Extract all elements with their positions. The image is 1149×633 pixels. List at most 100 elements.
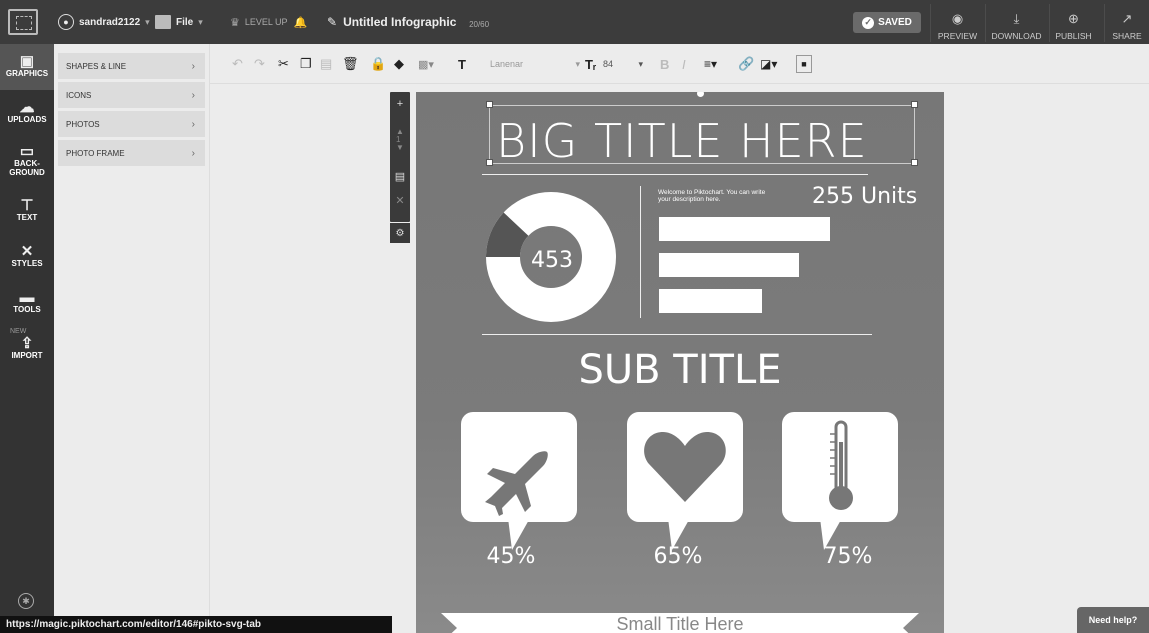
level-up-button[interactable]: ♛ LEVEL UP 🔔	[230, 0, 307, 44]
resize-handle[interactable]	[486, 159, 493, 166]
percent-label[interactable]: 75%	[808, 544, 888, 569]
submenu-photo-frame[interactable]: PHOTO FRAME ›	[58, 140, 205, 166]
undo-icon[interactable]: ↶	[232, 55, 243, 73]
rotate-handle[interactable]	[697, 92, 704, 97]
rail-label: BACK- GROUND	[9, 159, 45, 177]
saved-button[interactable]: ✓ SAVED	[853, 12, 921, 33]
share-button[interactable]: ↗ SHARE	[1104, 4, 1149, 42]
divider	[640, 186, 641, 318]
rail-text[interactable]: ⊤ TEXT	[0, 188, 54, 234]
submenu-icons[interactable]: ICONS ›	[58, 82, 205, 108]
submenu-label: PHOTOS	[66, 119, 100, 129]
styles-icon: ✕	[20, 242, 34, 260]
monitor-icon: ▭	[19, 143, 35, 160]
preview-button[interactable]: ◉ PREVIEW	[930, 4, 984, 42]
bell-icon[interactable]: 🔔	[294, 16, 308, 29]
preview-label: PREVIEW	[937, 31, 978, 41]
gear-icon[interactable]: ⚙	[390, 223, 410, 243]
download-label: DOWNLOAD	[991, 31, 1042, 41]
move-block-icon[interactable]: ▲ 1 ▼	[390, 116, 410, 164]
rail-label: STYLES	[11, 258, 43, 268]
help-icon[interactable]: ✱	[18, 593, 34, 609]
percent-label[interactable]: 45%	[471, 544, 551, 569]
file-menu[interactable]: File ▾	[155, 0, 203, 44]
rail-uploads[interactable]: ☁ UPLOADS	[0, 90, 54, 136]
submenu-shapes-line[interactable]: SHAPES & LINE ›	[58, 53, 205, 79]
divider	[482, 334, 872, 335]
pencil-icon: ✎	[327, 15, 338, 29]
chevron-right-icon: ›	[191, 89, 195, 101]
font-select[interactable]: Lanenar ▾	[490, 55, 580, 73]
fill-color-icon[interactable]: ◆	[394, 55, 404, 73]
redo-icon[interactable]: ↷	[254, 55, 265, 73]
description-text[interactable]: Welcome to Piktochart. You can write you…	[658, 189, 778, 203]
cloud-upload-icon: ☁	[19, 98, 35, 116]
check-icon: ✓	[862, 16, 875, 29]
chevron-down-icon: ▾	[575, 58, 580, 69]
sub-title[interactable]: SUB TITLE	[416, 347, 944, 393]
duplicate-block-icon[interactable]: ▤	[390, 164, 410, 188]
delete-block-icon[interactable]: ✕	[390, 188, 410, 212]
color-swatch-icon[interactable]: ■	[796, 55, 812, 73]
doc-title[interactable]: Untitled Infographic	[343, 15, 465, 29]
rail-tools[interactable]: ▬ TOOLS	[0, 280, 54, 326]
bar[interactable]	[659, 289, 762, 313]
submenu-photos[interactable]: PHOTOS ›	[58, 111, 205, 137]
rail-label: TOOLS	[13, 304, 41, 314]
file-label: File	[176, 16, 194, 28]
copy-icon[interactable]: ❐	[300, 55, 312, 73]
bar[interactable]	[659, 253, 799, 277]
download-button[interactable]: ⤓ DOWNLOAD	[985, 4, 1047, 42]
cut-icon[interactable]: ✂	[278, 55, 289, 73]
small-title[interactable]: Small Title Here	[416, 614, 944, 633]
rail-graphics[interactable]: ▣ GRAPHICS	[0, 44, 54, 90]
icon-card[interactable]	[627, 412, 743, 522]
lock-icon[interactable]: 🔒	[370, 55, 386, 73]
bold-icon[interactable]: B	[660, 55, 669, 73]
italic-icon[interactable]: I	[682, 55, 686, 73]
percent-label[interactable]: 65%	[638, 544, 718, 569]
text-icon: ⊤	[20, 196, 34, 214]
font-size-select[interactable]: 84 ▾	[603, 55, 643, 73]
opacity-icon[interactable]: ▩▾	[418, 55, 434, 73]
icon-card[interactable]	[461, 412, 577, 522]
font-size-value: 84	[603, 59, 614, 69]
chevron-down-icon: ▾	[145, 16, 150, 27]
top-bar: ● sandrad2122 ▾ File ▾ ♛ LEVEL UP 🔔 ✎ Un…	[0, 0, 1149, 44]
bar[interactable]	[659, 217, 830, 241]
user-menu[interactable]: ● sandrad2122 ▾	[58, 0, 150, 44]
units-text[interactable]: 255 Units	[812, 184, 917, 209]
chevron-right-icon: ›	[191, 60, 195, 72]
donut-segment	[486, 212, 529, 258]
resize-handle[interactable]	[911, 101, 918, 108]
paste-icon[interactable]: ▤	[320, 55, 332, 73]
submenu-label: PHOTO FRAME	[66, 148, 125, 158]
resize-handle[interactable]	[486, 101, 493, 108]
char-count: 20/60	[469, 19, 490, 29]
rail-label: IMPORT	[11, 350, 43, 360]
infographic-canvas[interactable]: BIG TITLE HERE 453 Welcome to Piktochart…	[416, 92, 944, 633]
need-help-button[interactable]: Need help?	[1077, 607, 1149, 633]
icon-card[interactable]	[782, 412, 898, 522]
link-icon[interactable]: 🔗	[738, 55, 754, 73]
publish-button[interactable]: ⊕ PUBLISH	[1049, 4, 1097, 42]
resize-handle[interactable]	[911, 159, 918, 166]
saved-label: SAVED	[878, 17, 912, 28]
format-toolbar: ↶ ↷ ✂ ❐ ▤ 🗑 🔒 ◆ ▩▾ T Lanenar ▾ Tᵣ 84 ▾ B…	[210, 44, 1149, 84]
level-up-label: LEVEL UP	[244, 17, 288, 27]
logo-icon[interactable]	[8, 9, 38, 35]
heart-icon	[644, 432, 726, 502]
left-rail: ▣ GRAPHICS ☁ UPLOADS ▭ BACK- GROUND ⊤ TE…	[0, 44, 54, 633]
selection-box	[489, 105, 915, 164]
rail-styles[interactable]: ✕ STYLES	[0, 234, 54, 280]
tools-icon: ▬	[19, 288, 35, 306]
add-block-icon[interactable]: +	[390, 92, 410, 116]
delete-icon[interactable]: 🗑	[342, 55, 359, 73]
rail-background[interactable]: ▭ BACK- GROUND	[0, 136, 54, 188]
align-icon[interactable]: ≡▾	[704, 55, 717, 73]
doc-title-field[interactable]: ✎ Untitled Infographic 20/60	[327, 0, 489, 44]
image-icon: ▣	[19, 52, 35, 70]
shadow-icon[interactable]: ◪▾	[760, 55, 777, 73]
rail-import[interactable]: ⇪ IMPORT	[0, 326, 54, 372]
new-badge: NEW	[10, 328, 27, 335]
